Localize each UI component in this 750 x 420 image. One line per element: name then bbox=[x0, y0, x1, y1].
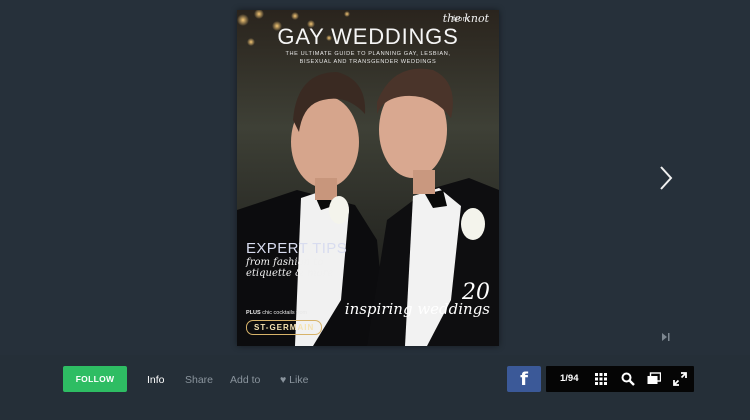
cover-count-subtext: inspiring weddings bbox=[344, 300, 490, 318]
info-link[interactable]: Info bbox=[147, 374, 165, 386]
share-link[interactable]: Share bbox=[185, 374, 213, 386]
bottom-toolbar: FOLLOW Info Share Add to ♥ Like f 1/94 bbox=[0, 355, 750, 420]
page-counter[interactable]: 1/94 bbox=[560, 373, 579, 384]
cover-subtitle-line: BISEXUAL AND TRANSGENDER WEDDINGS bbox=[299, 59, 437, 65]
like-link[interactable]: ♥ Like bbox=[280, 374, 308, 386]
cover-headline-expert-tips: EXPERT TIPS bbox=[246, 240, 348, 257]
grid-icon[interactable] bbox=[594, 372, 608, 386]
plus-label: PLUS bbox=[246, 310, 261, 316]
cover-plus-line: PLUS chic cocktails from bbox=[246, 310, 307, 316]
skip-to-end-icon[interactable] bbox=[662, 333, 670, 341]
facebook-share-button[interactable]: f bbox=[507, 366, 541, 392]
follow-button[interactable]: FOLLOW bbox=[63, 366, 127, 392]
cover-subtitle-line: THE ULTIMATE GUIDE TO PLANNING GAY, LESB… bbox=[285, 51, 451, 57]
multi-page-icon[interactable] bbox=[647, 372, 661, 386]
cover-title: GAY WEDDINGS bbox=[277, 24, 459, 49]
cover-subtitle: THE ULTIMATE GUIDE TO PLANNING GAY, LESB… bbox=[257, 50, 479, 66]
magazine-cover[interactable]: from the knot GAY WEDDINGS THE ULTIMATE … bbox=[237, 10, 499, 346]
chevron-right-icon[interactable] bbox=[657, 165, 675, 191]
fullscreen-icon[interactable] bbox=[673, 372, 687, 386]
reader-viewer: from the knot GAY WEDDINGS THE ULTIMATE … bbox=[0, 0, 750, 355]
facebook-icon: f bbox=[520, 369, 528, 390]
add-to-link[interactable]: Add to bbox=[230, 374, 260, 386]
sponsor-badge: ST-GERMAIN bbox=[246, 320, 323, 335]
like-link-label: Like bbox=[289, 374, 309, 386]
reader-controls: 1/94 bbox=[546, 366, 694, 392]
search-icon[interactable] bbox=[621, 372, 635, 386]
heart-icon: ♥ bbox=[280, 374, 287, 386]
plus-text: chic cocktails from bbox=[262, 310, 308, 316]
cover-headline-subtext: from fashion to etiquette & more bbox=[246, 257, 334, 279]
